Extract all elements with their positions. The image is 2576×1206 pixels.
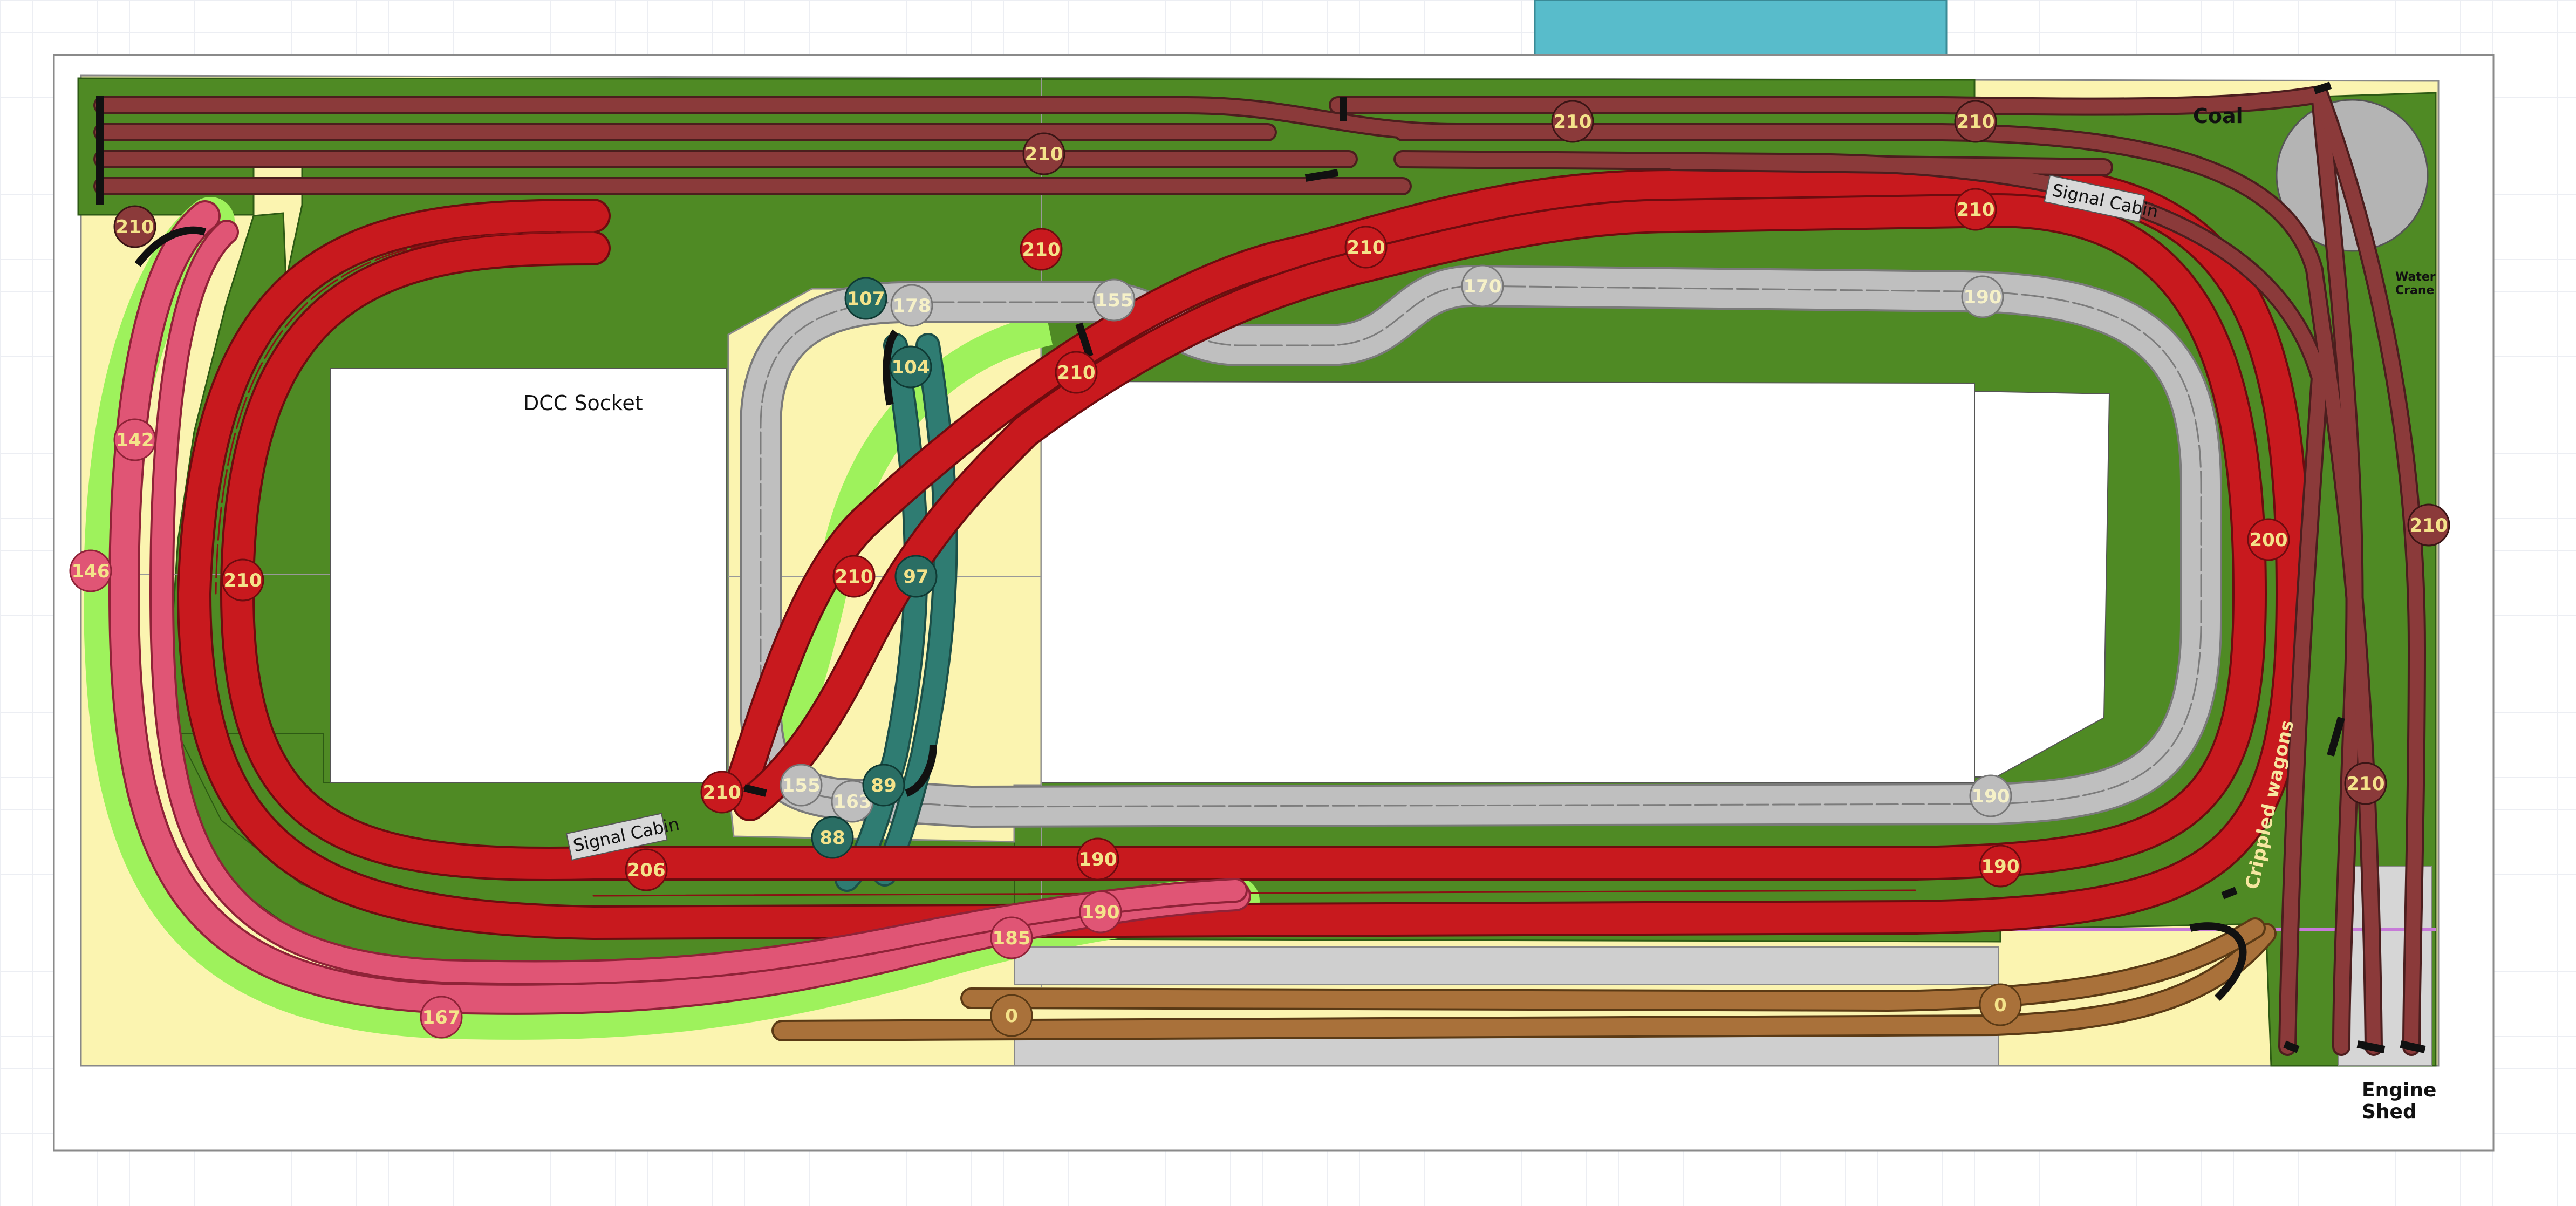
engine-shed-label-1: Engine (2362, 1079, 2436, 1101)
height-marker-value: 210 (1957, 199, 1995, 221)
height-marker-value: 88 (819, 827, 845, 849)
height-marker-value: 210 (1057, 362, 1096, 384)
height-marker: 210 (2344, 762, 2387, 805)
operating-well-left (330, 368, 727, 783)
height-marker: 0 (990, 994, 1033, 1037)
height-marker-value: 178 (893, 295, 931, 317)
engine-shed-label-2: Shed (2362, 1101, 2417, 1123)
height-marker: 155 (780, 764, 823, 807)
goods-shelf-grey (1014, 946, 1999, 985)
height-marker: 107 (844, 277, 887, 320)
height-marker: 0 (1979, 983, 2022, 1026)
height-marker-value: 210 (703, 782, 741, 803)
height-marker: 210 (700, 771, 743, 814)
height-marker: 206 (625, 848, 668, 891)
height-marker: 210 (1344, 226, 1388, 269)
height-marker-value: 170 (1464, 276, 1502, 297)
height-marker: 142 (113, 418, 156, 461)
height-marker-value: 155 (782, 775, 821, 796)
height-marker-value: 190 (1082, 902, 1120, 923)
height-marker-value: 97 (903, 566, 928, 588)
height-marker: 167 (420, 996, 463, 1039)
height-marker: 210 (832, 555, 876, 598)
height-marker: 210 (221, 558, 264, 602)
height-marker-value: 210 (1347, 237, 1385, 258)
height-marker: 210 (1022, 132, 1065, 175)
dcc-socket-label: DCC Socket (523, 391, 643, 415)
water-crane-label-2: Crane (2395, 284, 2434, 297)
height-marker-value: 0 (1005, 1005, 1018, 1027)
height-marker: 210 (1020, 228, 1063, 271)
height-marker: 210 (1551, 100, 1594, 143)
height-marker-value: 167 (422, 1007, 461, 1028)
height-marker-value: 210 (1025, 144, 1063, 165)
height-marker-value: 0 (1994, 994, 2007, 1016)
height-marker-value: 190 (1981, 856, 2020, 877)
water-crane-label-1: Water (2395, 270, 2436, 284)
height-marker: 88 (811, 816, 854, 859)
height-marker: 210 (113, 205, 156, 248)
height-marker-value: 190 (1972, 786, 2010, 807)
height-marker-value: 206 (627, 860, 666, 881)
height-marker-value: 210 (2410, 515, 2448, 536)
operating-well-right (1974, 390, 2110, 778)
height-marker: 155 (1092, 278, 1136, 322)
height-marker: 210 (2407, 503, 2450, 547)
height-marker: 190 (1979, 844, 2022, 888)
height-marker-value: 210 (835, 566, 873, 588)
height-marker-value: 89 (871, 775, 896, 796)
height-marker: 185 (990, 916, 1033, 959)
height-marker-value: 210 (116, 216, 154, 238)
height-marker: 170 (1461, 264, 1504, 308)
height-marker: 146 (69, 549, 112, 592)
height-marker-value: 185 (993, 928, 1031, 949)
height-marker: 190 (1969, 774, 2012, 817)
height-marker-value: 142 (116, 430, 154, 451)
height-marker-value: 210 (1554, 111, 1592, 133)
height-marker-value: 104 (892, 357, 930, 378)
height-marker: 178 (890, 284, 933, 327)
height-marker: 104 (889, 345, 932, 389)
height-marker-value: 210 (1957, 111, 1995, 133)
coal-label: Coal (2193, 104, 2243, 128)
height-marker: 200 (2247, 518, 2290, 561)
height-marker-value: 210 (224, 570, 262, 591)
track-plan-diagram: DCC Socket Coal Water Crane Engine Shed … (0, 0, 2576, 1206)
height-marker: 210 (1954, 188, 1997, 231)
height-marker-value: 190 (1079, 849, 1117, 870)
height-marker: 190 (1076, 837, 1119, 881)
height-marker-value: 210 (2347, 773, 2385, 795)
height-marker-value: 210 (1022, 239, 1061, 261)
height-marker: 190 (1079, 890, 1122, 934)
height-marker: 97 (894, 555, 938, 598)
height-marker: 89 (862, 764, 905, 807)
height-marker-value: 155 (1095, 290, 1133, 311)
height-marker-value: 200 (2250, 529, 2288, 551)
operating-well-centre (1041, 380, 1975, 783)
height-marker-value: 146 (72, 561, 110, 582)
height-marker: 210 (1055, 351, 1098, 394)
height-marker-value: 107 (847, 288, 885, 310)
height-marker: 210 (1954, 100, 1997, 143)
water-tank (1534, 0, 1948, 57)
height-marker-value: 190 (1964, 287, 2002, 308)
height-marker: 190 (1961, 275, 2004, 318)
